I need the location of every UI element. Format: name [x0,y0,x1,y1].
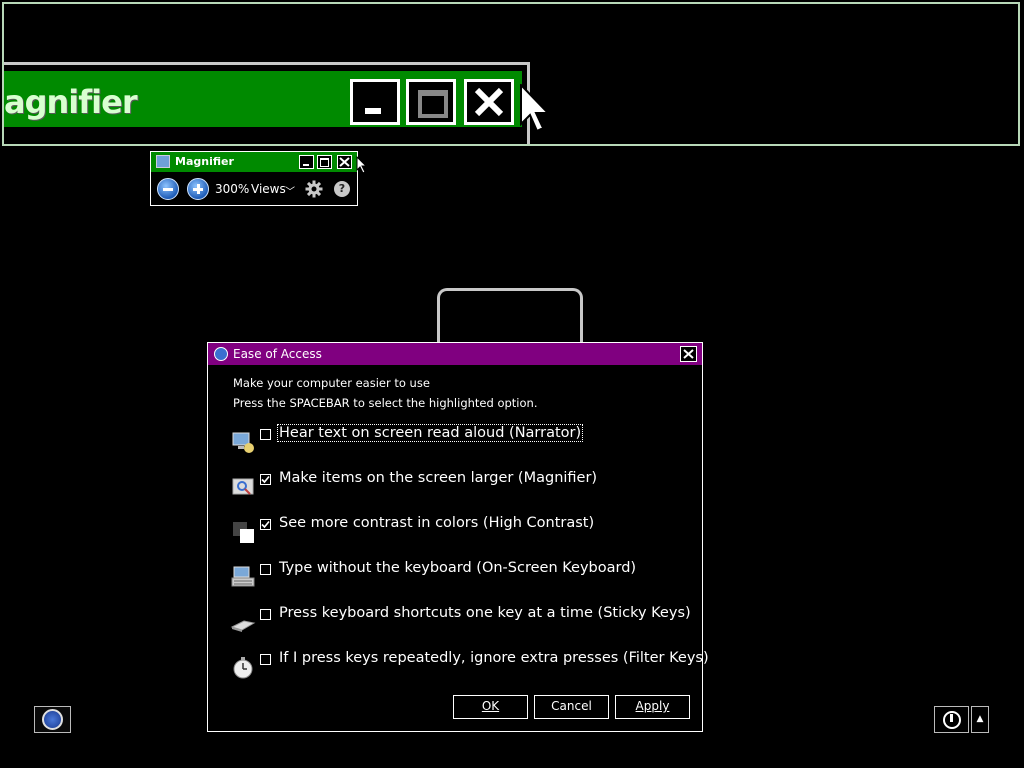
option-magnifier[interactable]: Make items on the screen larger (Magnifi… [228,468,688,500]
high-contrast-icon [233,522,254,543]
high-contrast-label[interactable]: See more contrast in colors (High Contra… [278,515,595,531]
dialog-close-button[interactable] [680,346,697,362]
high-contrast-checkbox[interactable] [260,519,271,530]
zoom-out-button[interactable] [157,178,179,200]
magnifier-app-icon [156,155,170,168]
magnified-title-bar: agnifier [4,71,522,127]
chevron-down-icon[interactable]: ﹀ [285,183,295,198]
magnifier-maximize-button[interactable] [317,155,332,169]
narrator-checkbox[interactable] [260,429,271,440]
magnifier-minimize-button[interactable] [299,155,314,169]
apply-button[interactable]: Apply [614,694,691,720]
option-on-screen-keyboard[interactable]: Type without the keyboard (On-Screen Key… [228,558,688,590]
magnified-cursor-icon [520,84,550,133]
dialog-title-bar[interactable]: Ease of Access [208,343,702,365]
magnified-window-frame: agnifier [4,62,530,144]
ease-of-access-button[interactable] [34,706,71,733]
zoom-in-button[interactable] [187,178,209,200]
option-narrator[interactable]: Hear text on screen read aloud (Narrator… [228,423,688,455]
magnifier-label[interactable]: Make items on the screen larger (Magnifi… [278,470,598,486]
power-options-arrow-button[interactable]: ▲ [971,706,989,733]
ease-of-access-icon [214,347,228,361]
filter-keys-checkbox[interactable] [260,654,271,665]
sticky-keys-icon [230,620,256,632]
narrator-label[interactable]: Hear text on screen read aloud (Narrator… [276,424,584,442]
narrator-icon [232,432,254,453]
help-button[interactable]: ? [334,181,350,197]
apply-button-label: Apply [635,699,670,713]
power-button[interactable] [934,706,969,733]
magnified-title-text: agnifier [4,83,138,121]
zoom-level: 300% [215,182,250,196]
magnifier-title-bar[interactable]: Magnifier [151,152,357,172]
ok-button[interactable]: OK [452,694,529,720]
magnifier-title: Magnifier [175,155,234,168]
dialog-intro-text: Make your computer easier to use [233,376,430,390]
magnified-close-icon [464,79,514,125]
magnified-maximize-icon [406,79,456,125]
option-sticky-keys[interactable]: Press keyboard shortcuts one key at a ti… [228,603,691,635]
dialog-title: Ease of Access [233,347,322,361]
views-menu-button[interactable]: Views [251,182,286,196]
power-icon [943,711,961,729]
option-filter-keys[interactable]: If I press keys repeatedly, ignore extra… [228,648,709,680]
ok-button-label: OK [481,699,500,713]
dialog-instruction-text: Press the SPACEBAR to select the highlig… [233,396,538,410]
sticky-keys-checkbox[interactable] [260,609,271,620]
on-screen-keyboard-label[interactable]: Type without the keyboard (On-Screen Key… [278,560,637,576]
option-high-contrast[interactable]: See more contrast in colors (High Contra… [228,513,688,545]
mouse-cursor-icon [356,156,368,174]
magnifier-lens-view: agnifier [2,2,1020,146]
magnifier-checkbox[interactable] [260,474,271,485]
magnifier-close-button[interactable] [337,155,352,169]
magnifier-icon [232,478,254,495]
on-screen-keyboard-checkbox[interactable] [260,564,271,575]
filter-keys-label[interactable]: If I press keys repeatedly, ignore extra… [278,650,710,666]
sticky-keys-label[interactable]: Press keyboard shortcuts one key at a ti… [278,605,692,621]
magnifier-window: Magnifier 300% Views ﹀ ? [150,151,358,206]
ease-of-access-icon [42,709,63,730]
ease-of-access-dialog: Ease of Access Make your computer easier… [207,342,709,732]
stopwatch-icon [233,657,253,679]
magnified-minimize-icon [350,79,400,125]
keyboard-icon [231,566,255,587]
cancel-button[interactable]: Cancel [533,694,610,720]
gear-icon[interactable] [305,180,323,198]
